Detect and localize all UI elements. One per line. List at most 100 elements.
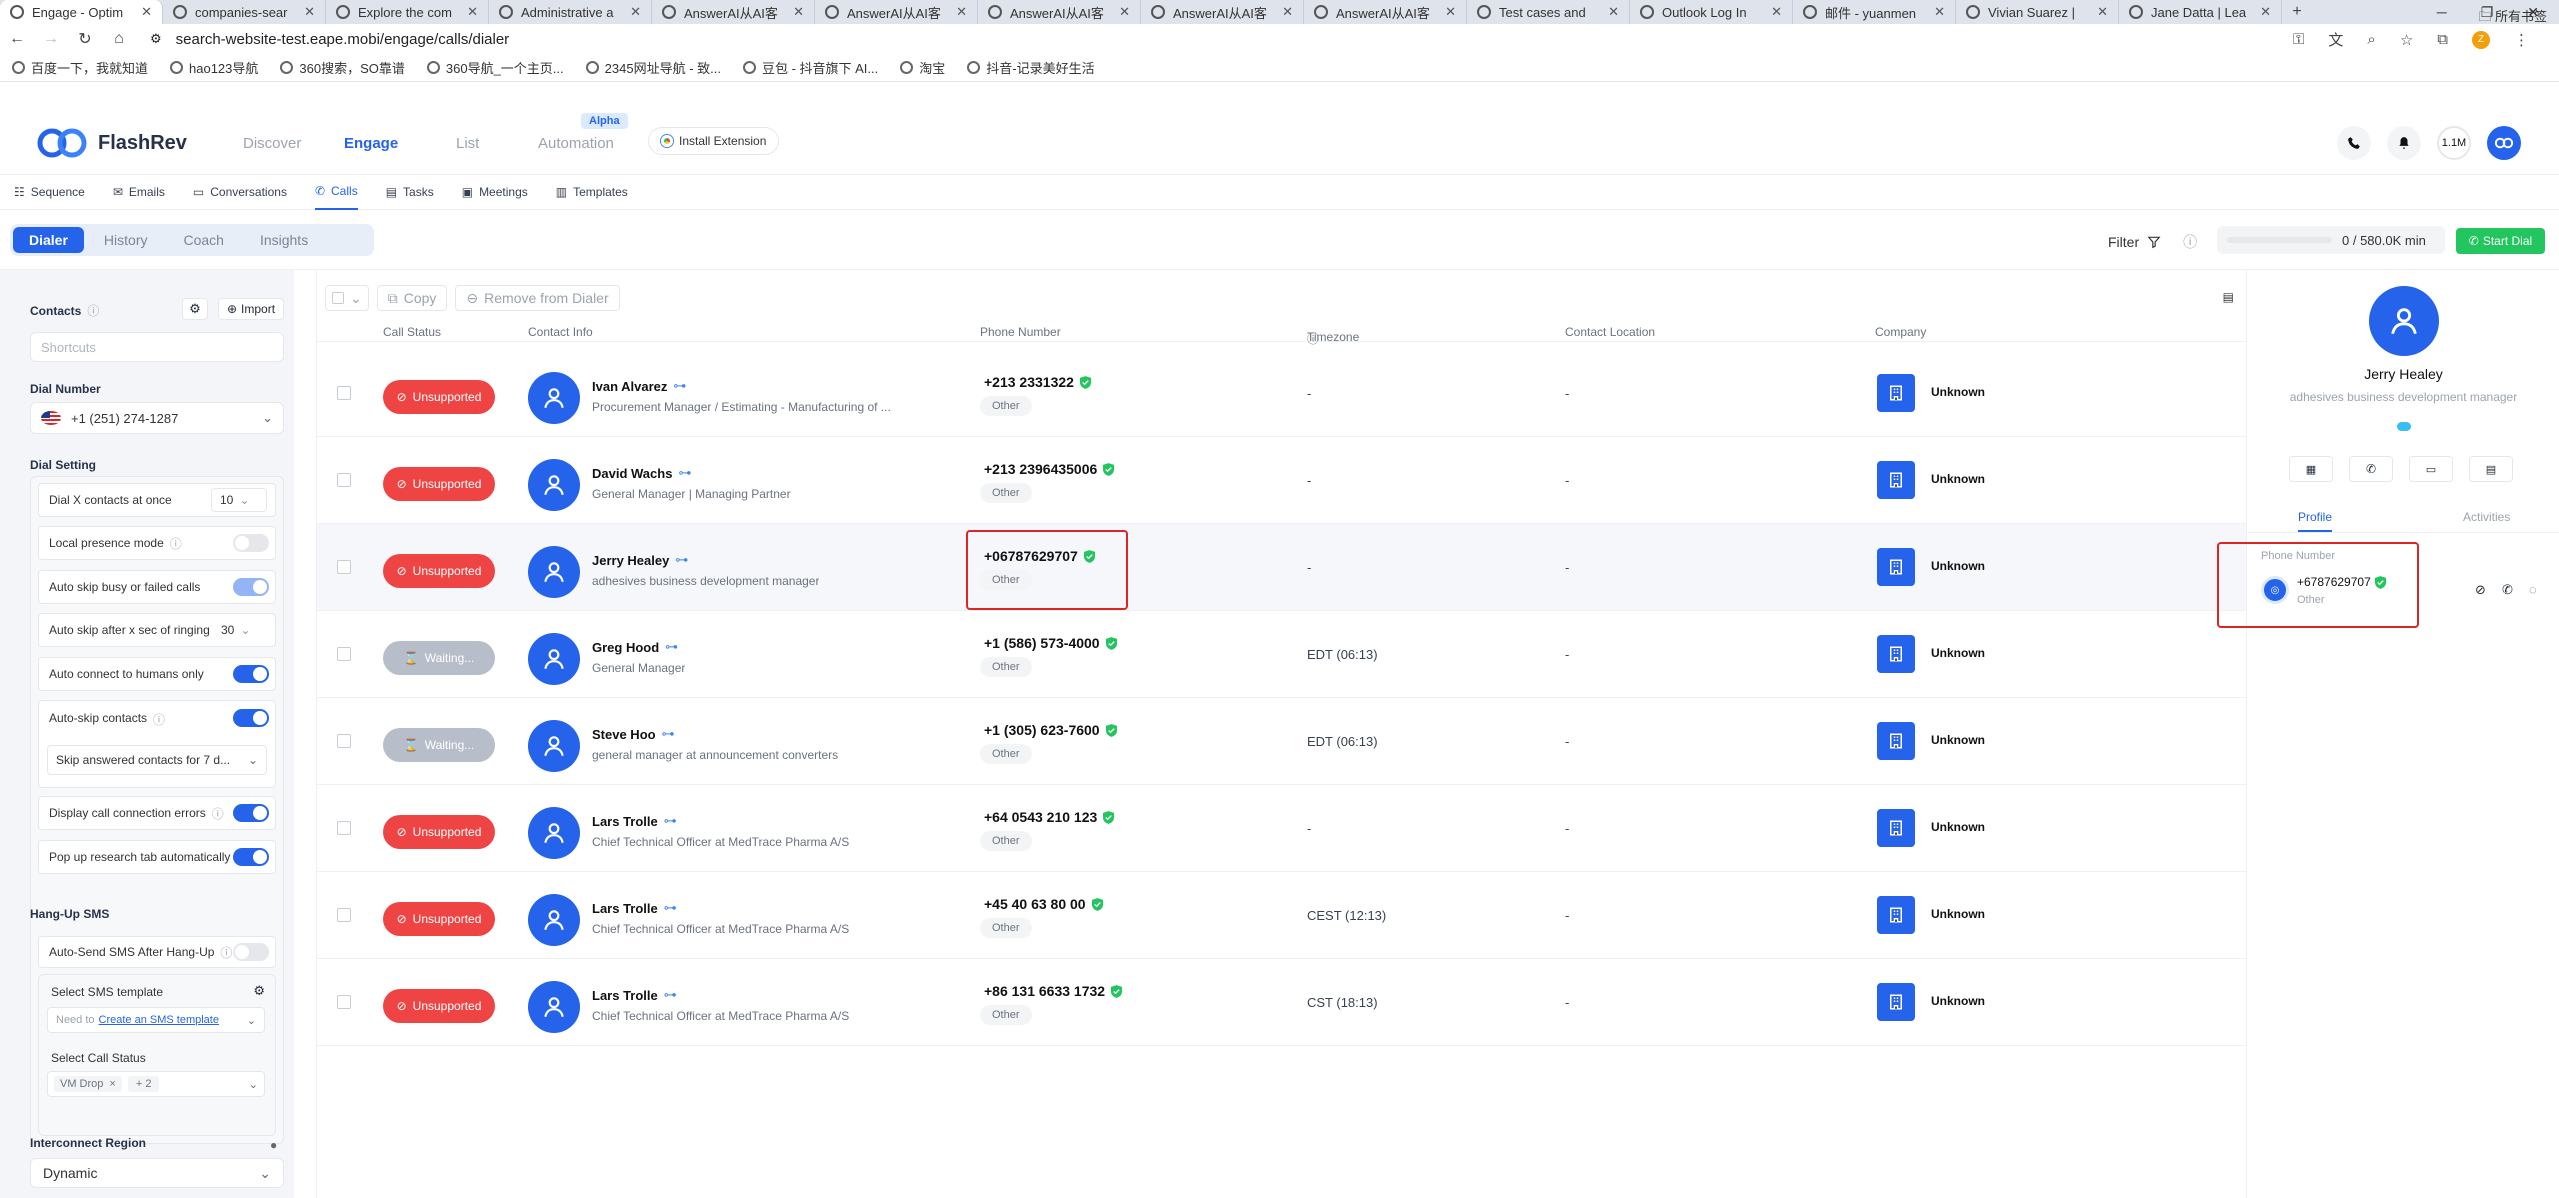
browser-tab[interactable]: AnswerAI从AI客 ✕ [1304, 0, 1467, 24]
install-extension-button[interactable]: Install Extension [648, 127, 780, 155]
row-checkbox[interactable] [337, 995, 351, 1009]
contact-avatar[interactable] [528, 459, 580, 511]
forward-icon[interactable]: → [34, 30, 68, 48]
company-logo[interactable] [1877, 635, 1915, 673]
ringing-seconds-select[interactable]: 30 ⌄ [221, 618, 267, 642]
contact-name[interactable]: David Wachs ⊶ [592, 465, 691, 481]
browser-tab[interactable]: Vivian Suarez | ✕ [1956, 0, 2119, 24]
tab-insights[interactable]: Insights [244, 227, 324, 253]
bookmark-item[interactable]: hao123导航 [170, 58, 258, 77]
remove-from-dialer-button[interactable]: ⊖ Remove from Dialer [455, 285, 620, 311]
tag-close-icon[interactable]: × [109, 1078, 115, 1090]
contact-name[interactable]: Jerry Healey ⊶ [592, 552, 688, 568]
company-name[interactable]: Unknown [1931, 907, 1985, 921]
tab-close-icon[interactable]: ✕ [1282, 4, 1293, 20]
col-phone-number[interactable]: Phone Number [980, 325, 1061, 339]
subnav-calls[interactable]: ✆ Calls [314, 175, 358, 210]
browser-tab[interactable]: AnswerAI从AI客 ✕ [815, 0, 978, 24]
bookmark-item[interactable]: 百度一下，我就知道 [12, 58, 148, 77]
dial-x-select[interactable]: 10 ⌄ [211, 488, 267, 512]
bookmark-item[interactable]: 抖音-记录美好生活 [967, 58, 1095, 77]
bookmark-item[interactable]: 豆包 - 抖音旗下 AI... [742, 58, 878, 77]
company-name[interactable]: Unknown [1931, 646, 1985, 660]
bookmark-item[interactable]: 淘宝 [900, 58, 945, 77]
dial-number-select[interactable]: +1 (251) 274-1287 ⌄ [30, 402, 284, 434]
tab-dialer[interactable]: Dialer [13, 227, 84, 253]
link-icon[interactable]: ⊶ [678, 465, 691, 481]
panel-tab-activities[interactable]: Activities [2463, 510, 2510, 524]
subnav-conversations[interactable]: ▭ Conversations [193, 175, 287, 210]
gear-icon[interactable]: ⚙ [253, 983, 265, 999]
contact-name[interactable]: Steve Hoo ⊶ [592, 726, 675, 742]
brand-logo[interactable]: FlashRev [34, 125, 187, 161]
link-icon[interactable]: ⊶ [665, 639, 678, 655]
contact-name[interactable]: Greg Hood ⊶ [592, 639, 678, 655]
row-checkbox[interactable] [337, 734, 351, 748]
company-logo[interactable] [1877, 809, 1915, 847]
link-icon[interactable]: ⊶ [664, 813, 677, 829]
tab-close-icon[interactable]: ✕ [141, 4, 152, 20]
company-logo[interactable] [1877, 983, 1915, 1021]
tab-close-icon[interactable]: ✕ [956, 4, 967, 20]
link-icon[interactable]: ⊶ [664, 900, 677, 916]
profile-avatar[interactable]: Z [2472, 30, 2490, 49]
browser-tab[interactable]: 邮件 - yuanmen ✕ [1793, 0, 1956, 24]
table-row[interactable]: ⊘ Unsupported David Wachs ⊶ General Manager … [317, 437, 2247, 524]
contact-avatar[interactable] [528, 807, 580, 859]
phone-number[interactable]: +213 2396435006 [984, 461, 1115, 477]
popup-research-toggle[interactable] [233, 848, 269, 866]
tab-close-icon[interactable]: ✕ [630, 4, 641, 20]
sms-icon[interactable]: ◌ [2529, 582, 2537, 597]
tab-close-icon[interactable]: ✕ [1771, 4, 1782, 20]
tab-close-icon[interactable]: ✕ [2260, 4, 2271, 20]
company-name[interactable]: Unknown [1931, 472, 1985, 486]
row-checkbox[interactable] [337, 821, 351, 835]
tab-close-icon[interactable]: ✕ [1445, 4, 1456, 20]
interconnect-select[interactable]: Dynamic ⌄ [30, 1158, 284, 1188]
auto-connect-toggle[interactable] [233, 665, 269, 683]
auto-skip-contacts-toggle[interactable] [233, 709, 269, 727]
nav-automation[interactable]: Automation [538, 135, 614, 152]
company-name[interactable]: Unknown [1931, 994, 1985, 1008]
browser-tab[interactable]: Jane Datta | Lea ✕ [2119, 0, 2282, 24]
nav-engage[interactable]: Engage [344, 135, 398, 152]
extensions-icon[interactable]: ⧉ [2437, 31, 2448, 48]
company-logo[interactable] [1877, 461, 1915, 499]
bookmark-item[interactable]: 2345网址导航 - 致... [585, 58, 721, 77]
table-row[interactable]: ⊘ Unsupported Ivan Alvarez ⊶ Procurement Man… [317, 350, 2247, 437]
zoom-icon[interactable]: ⌕ [2367, 31, 2375, 48]
subnav-sequence[interactable]: ☷ Sequence [14, 175, 85, 210]
contact-name[interactable]: Lars Trolle ⊶ [592, 900, 677, 916]
phone-number[interactable]: +1 (305) 623-7600 [984, 722, 1117, 738]
subnav-tasks[interactable]: ▤ Tasks [386, 175, 434, 210]
site-info-icon[interactable]: ⚙ [150, 31, 162, 47]
link-icon[interactable]: ⊶ [662, 726, 675, 742]
browser-tab[interactable]: Explore the com ✕ [326, 0, 489, 24]
phone-icon[interactable]: ✆ [2502, 582, 2513, 598]
panel-notes-button[interactable]: ▤ [2469, 456, 2513, 482]
browser-tab[interactable]: Test cases and ✕ [1467, 0, 1630, 24]
copy-button[interactable]: ⧉ Copy [376, 285, 448, 311]
col-contact-location[interactable]: Contact Location [1565, 325, 1655, 339]
back-icon[interactable]: ← [0, 30, 34, 48]
phone-number[interactable]: +1 (586) 573-4000 [984, 635, 1117, 651]
tab-close-icon[interactable]: ✕ [1934, 4, 1945, 20]
row-checkbox[interactable] [337, 647, 351, 661]
shortcuts-input[interactable]: Shortcuts [30, 332, 284, 362]
tab-close-icon[interactable]: ✕ [1608, 4, 1619, 20]
contact-avatar[interactable] [528, 894, 580, 946]
all-bookmarks[interactable]: 🗀 所有书签 [2478, 6, 2547, 30]
panel-call-button[interactable]: ✆ [2349, 456, 2393, 482]
browser-tab[interactable]: companies-sear ✕ [163, 0, 326, 24]
translate-icon[interactable]: 文 [2328, 29, 2343, 50]
company-logo[interactable] [1877, 548, 1915, 586]
contact-avatar[interactable] [528, 981, 580, 1033]
call-status-select[interactable]: VM Drop × + 2 ⌄ [47, 1071, 265, 1097]
reload-icon[interactable]: ↻ [68, 29, 102, 49]
phone-number[interactable]: +213 2331322 [984, 374, 1091, 390]
company-name[interactable]: Unknown [1931, 559, 1985, 573]
table-row[interactable]: ⌛ Waiting... Steve Hoo ⊶ general manager at … [317, 698, 2247, 785]
row-checkbox[interactable] [337, 560, 351, 574]
contact-name[interactable]: Lars Trolle ⊶ [592, 813, 677, 829]
link-icon[interactable]: ⊶ [675, 552, 688, 568]
